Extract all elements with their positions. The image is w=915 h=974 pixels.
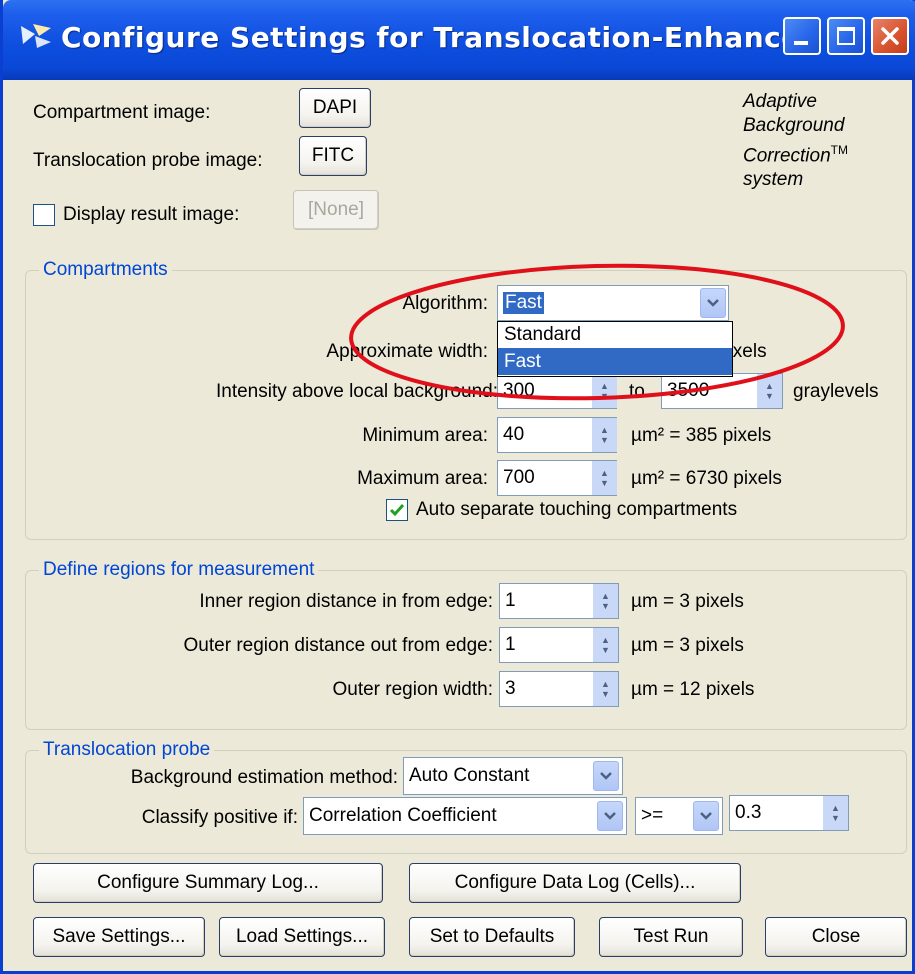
annotation-ellipse [349,263,845,401]
dialog-window: Configure Settings for Translocation-Enh… [0,0,915,974]
